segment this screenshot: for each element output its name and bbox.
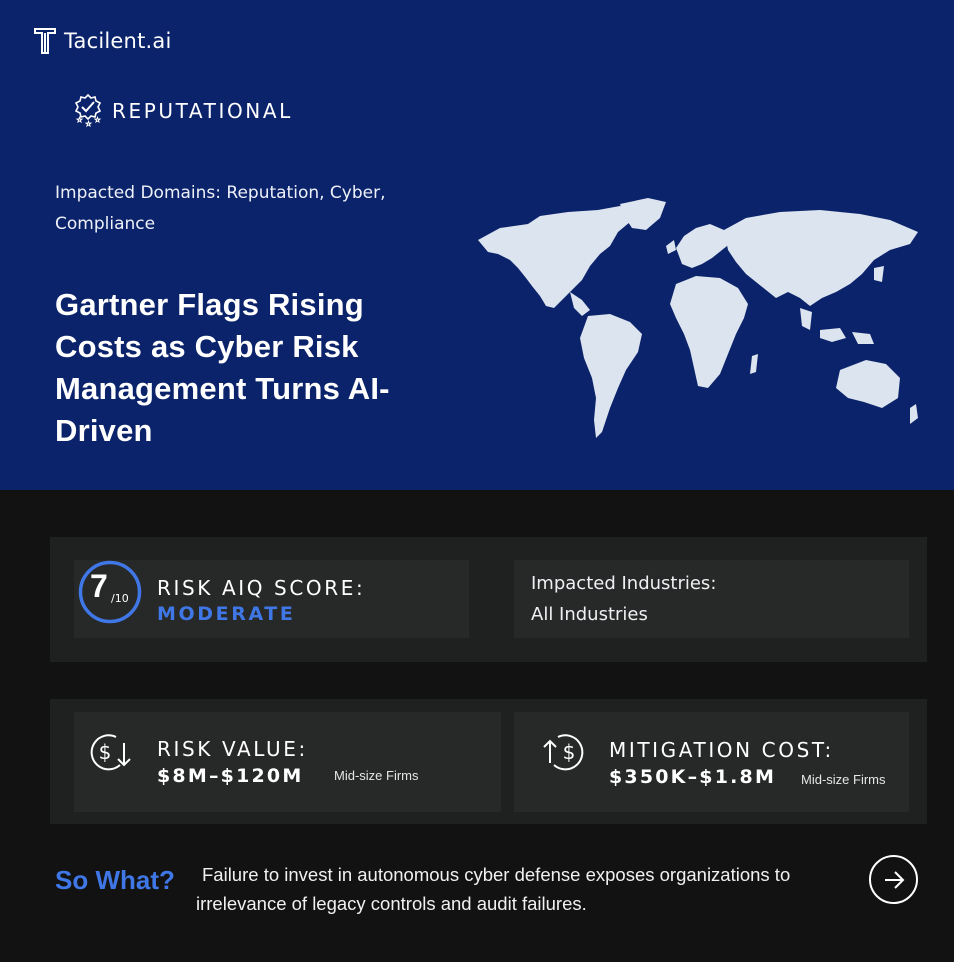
brand-name: Tacilent.ai [64,29,172,53]
mitigation-cost-note: Mid-size Firms [801,772,886,787]
category-tag: REPUTATIONAL [72,93,293,129]
check-badge-stars-icon [74,93,102,128]
risk-value-card [74,712,501,812]
next-arrow-button[interactable] [869,855,918,904]
risk-score-denominator: /10 [111,592,129,605]
risk-score-level: MODERATE [157,603,296,625]
dollar-down-icon: $ [90,734,131,771]
so-what-body: Failure to invest in autonomous cyber de… [196,864,791,914]
world-map-icon [478,198,918,438]
so-what-heading: So What? [55,865,175,895]
risk-value-note: Mid-size Firms [334,768,419,783]
arrow-right-icon [884,870,904,889]
risk-value-amount: $8M–$120M [157,765,304,787]
category-label: REPUTATIONAL [112,99,293,123]
risk-score-label: RISK AIQ SCORE: [157,576,366,600]
score-ring-icon [78,560,142,624]
mitigation-cost-amount: $350K–$1.8M [609,766,777,788]
dollar-up-icon: $ [543,734,584,771]
hero-banner: Tacilent.ai REPUTATIONAL Impacted Domain… [0,0,954,490]
svg-text:$: $ [563,740,576,764]
industries-value: All Industries [531,604,648,625]
risk-score-value: 7 [90,568,108,604]
industries-label: Impacted Industries: [531,573,717,594]
impacted-domains: Impacted Domains: Reputation, Cyber, Com… [55,183,386,234]
brand-logo[interactable]: Tacilent.ai [34,28,171,54]
tacilent-logo-icon [34,28,56,54]
industries-card [514,560,909,638]
svg-text:$: $ [99,740,112,764]
article-headline: Gartner Flags Rising Costs as Cyber Risk… [55,287,390,448]
mitigation-cost-label: MITIGATION COST: [609,738,834,762]
risk-value-label: RISK VALUE: [157,737,308,761]
